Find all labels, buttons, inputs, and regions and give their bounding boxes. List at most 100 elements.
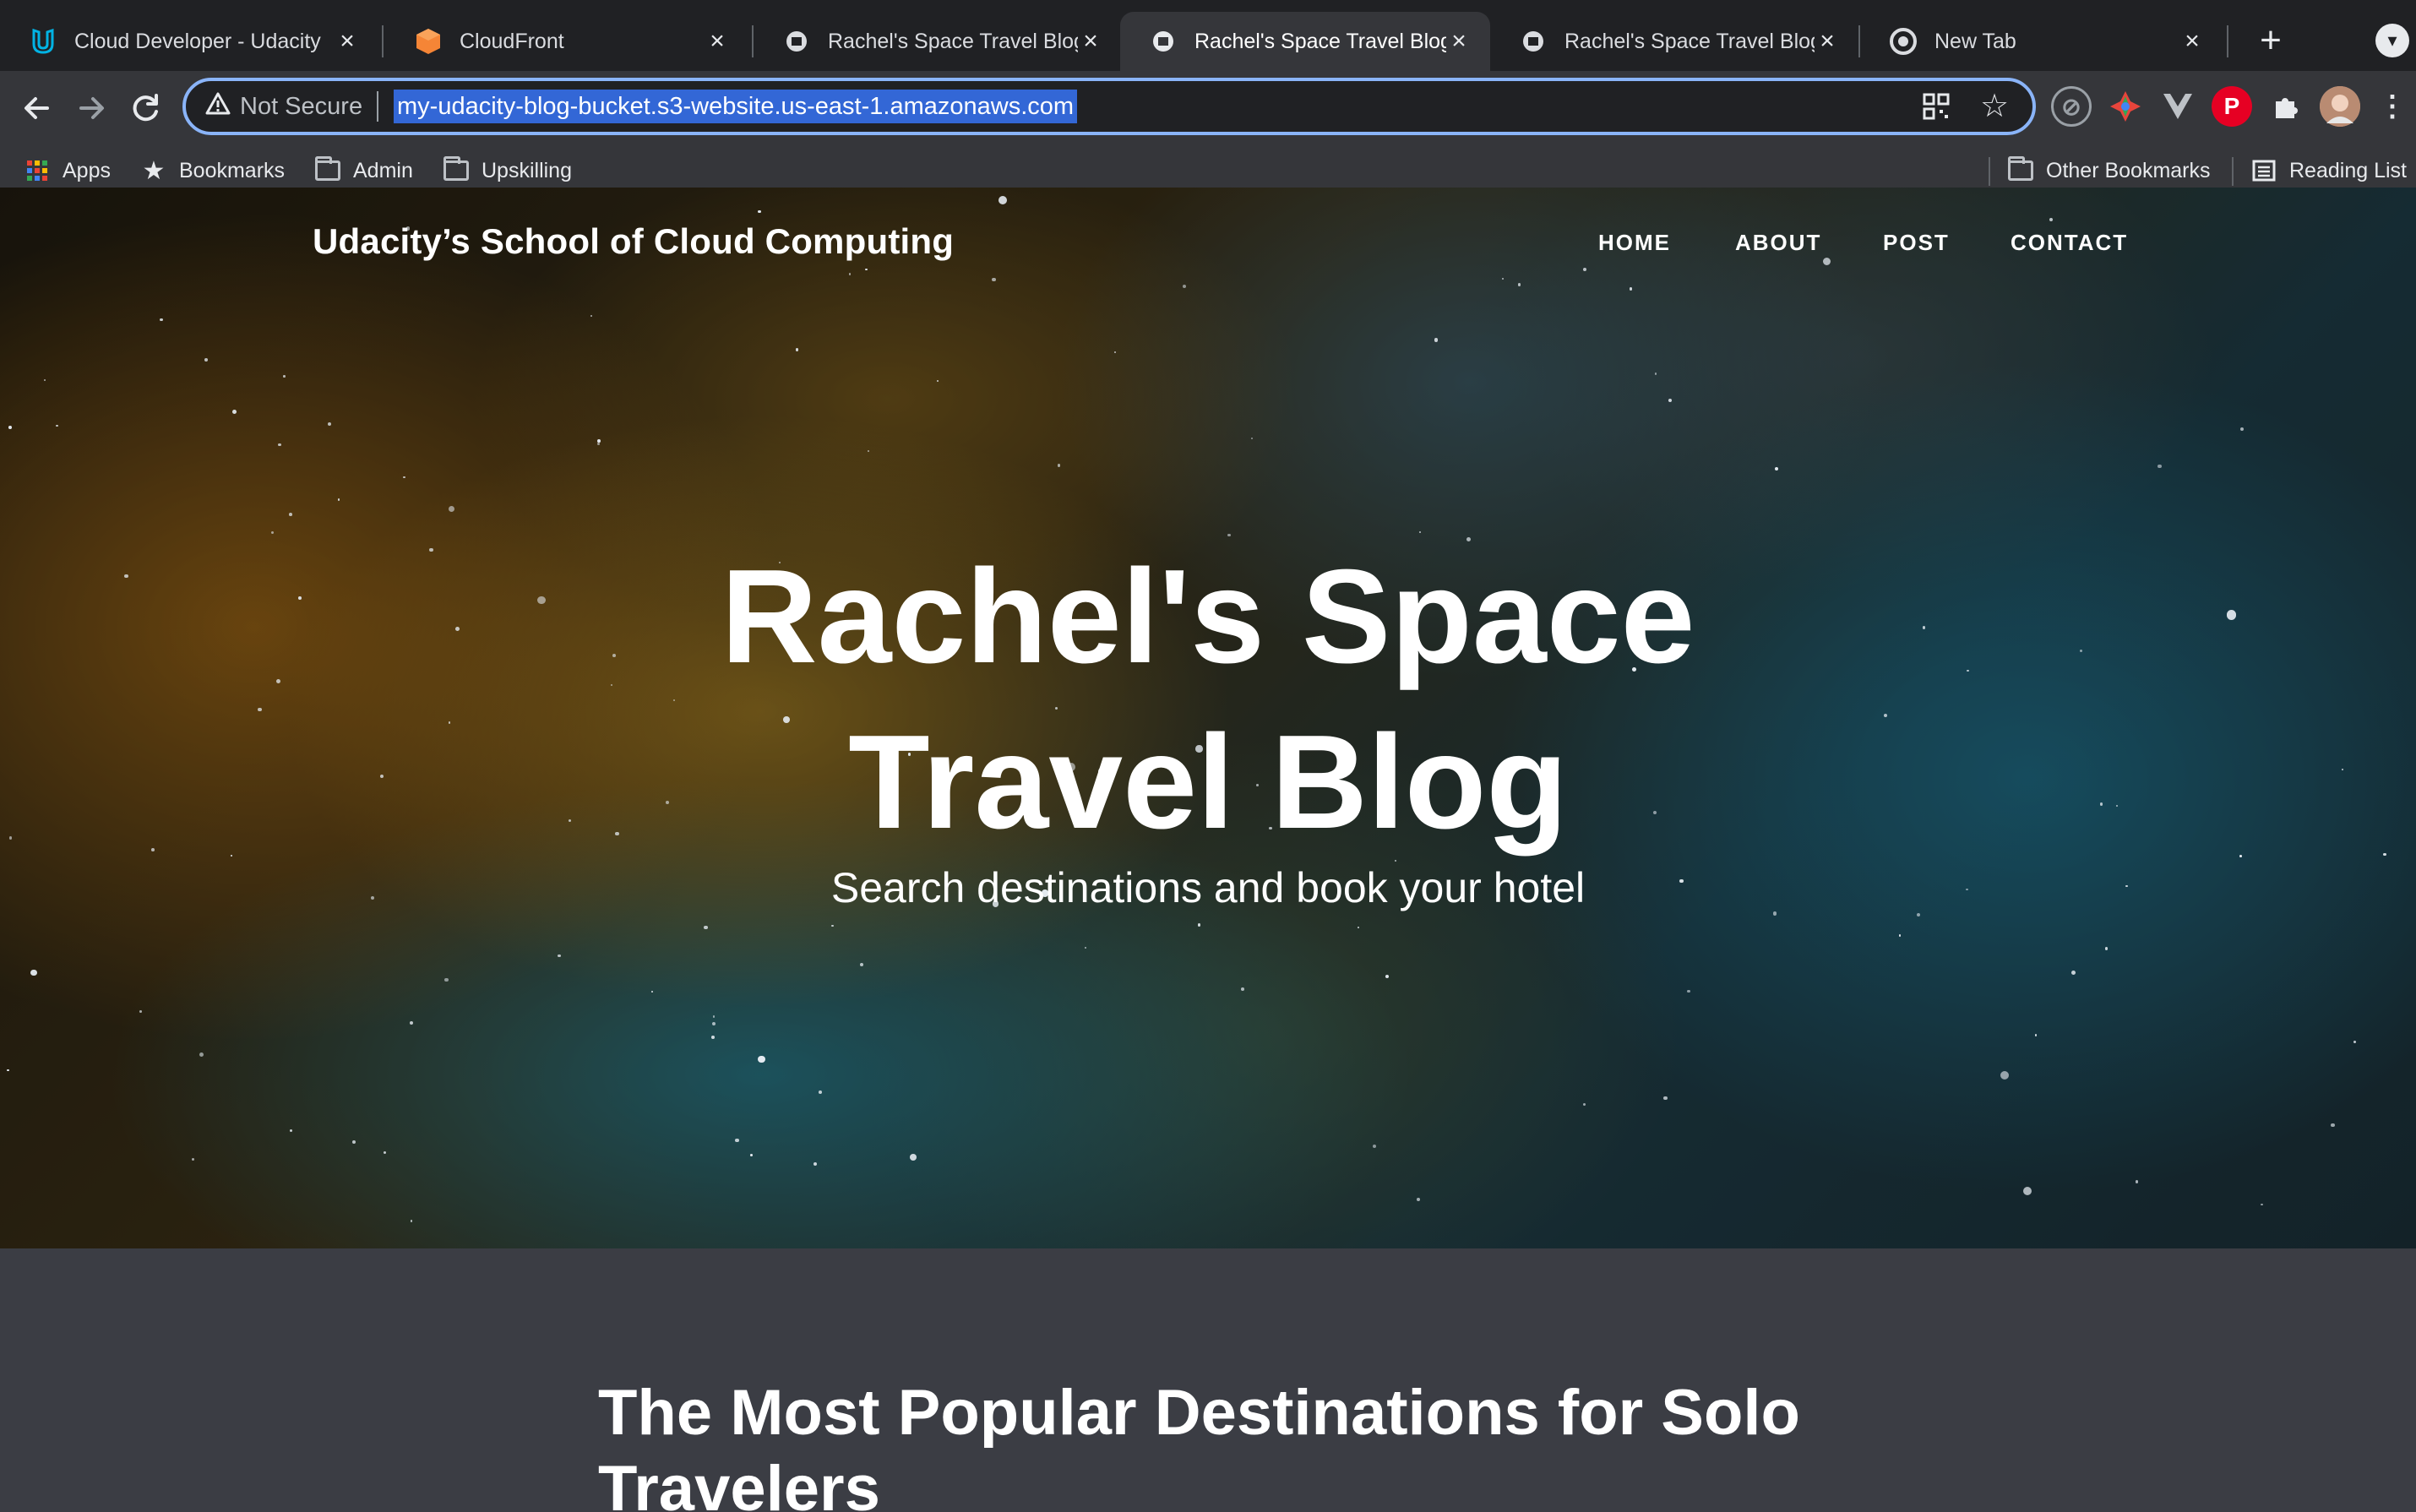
bookmark-star-icon[interactable]: ☆ [1980, 88, 2009, 125]
star-dot [288, 513, 292, 517]
bookmark-folder-other[interactable]: Other Bookmarks [2007, 150, 2211, 191]
close-icon[interactable]: × [1815, 29, 1840, 54]
bookmark-label: Apps [63, 158, 111, 182]
tab-new-tab[interactable]: New Tab × [1860, 12, 2223, 71]
pinterest-icon[interactable]: P [2212, 86, 2252, 127]
folder-icon [2007, 156, 2034, 184]
close-icon[interactable]: × [1078, 29, 1103, 54]
star-dot [650, 990, 653, 993]
star-dot [998, 196, 1007, 205]
star-dot [813, 1161, 817, 1166]
tab-title: Cloud Developer - Udacity [74, 29, 321, 53]
site-brand[interactable]: Udacity’s School of Cloud Computing [313, 221, 954, 262]
hero-title-line: Rachel's Space [721, 542, 1695, 691]
bookmark-folder-admin[interactable]: Admin [314, 150, 413, 191]
star-dot [757, 1055, 765, 1063]
tab-title: New Tab [1934, 29, 2016, 53]
star-dot [1085, 946, 1087, 949]
extension-dark-icon[interactable]: ⊘ [2051, 86, 2092, 127]
security-status-label[interactable]: Not Secure [240, 91, 362, 122]
address-bar[interactable]: Not Secure my-udacity-blog-bucket.s3-web… [182, 78, 2036, 135]
bookmark-label: Upskilling [482, 158, 572, 182]
star-dot [992, 277, 996, 282]
star-dot [2331, 1123, 2335, 1128]
hero-title: Rachel's Space Travel Blog [0, 534, 2416, 865]
star-dot [596, 443, 600, 446]
address-divider [377, 91, 378, 122]
nav-about[interactable]: ABOUT [1735, 230, 1821, 256]
bookmark-folder-upskilling[interactable]: Upskilling [443, 150, 572, 191]
star-dot [403, 476, 405, 479]
browser-toolbar: Not Secure my-udacity-blog-bucket.s3-web… [0, 71, 2416, 201]
tab-divider [382, 25, 384, 57]
page-viewport: Udacity’s School of Cloud Computing HOME… [0, 188, 2416, 1512]
vue-devtools-icon[interactable] [2158, 86, 2198, 127]
bookmark-apps[interactable]: Apps [24, 150, 111, 191]
star-dot [1241, 987, 1244, 991]
hero-banner: Udacity’s School of Cloud Computing HOME… [0, 188, 2416, 1248]
star-dot [1629, 287, 1633, 291]
reload-icon[interactable] [118, 81, 172, 135]
tab-space-blog-3[interactable]: Rachel's Space Travel Blog × [1490, 12, 1858, 71]
hero-subtitle: Search destinations and book your hotel [830, 864, 1586, 911]
star-dot [1517, 283, 1521, 286]
color-picker-extension-icon[interactable] [2105, 86, 2146, 127]
new-tab-button[interactable]: + [2247, 17, 2294, 64]
tab-strip: Cloud Developer - Udacity × CloudFront ×… [0, 0, 2416, 71]
bookmark-bookmarks[interactable]: ★ Bookmarks [140, 150, 286, 191]
back-arrow-icon[interactable] [10, 81, 64, 135]
tab-title: Rachel's Space Travel Blog [1564, 29, 1815, 53]
tab-title: CloudFront [460, 29, 564, 53]
star-dot [735, 1138, 739, 1142]
aws-cube-icon [414, 27, 443, 56]
nav-contact[interactable]: CONTACT [2011, 230, 2128, 256]
star-dot [2104, 947, 2109, 950]
tab-cloud-developer[interactable]: Cloud Developer - Udacity × [0, 12, 378, 71]
star-icon: ★ [142, 156, 166, 185]
close-icon[interactable]: × [1446, 29, 1472, 54]
warning-icon[interactable] [203, 91, 233, 122]
star-dot [327, 422, 331, 426]
hero-title-line: Travel Blog [848, 708, 1568, 857]
bookmark-label: Reading List [2289, 158, 2407, 182]
tab-cloudfront[interactable]: CloudFront × [385, 12, 748, 71]
star-dot [1654, 373, 1657, 375]
close-icon[interactable]: × [705, 29, 730, 54]
post-heading[interactable]: The Most Popular Destinations for Solo T… [598, 1375, 2034, 1512]
nav-home[interactable]: HOME [1598, 230, 1671, 256]
star-dot [1775, 466, 1779, 470]
tab-title: Rachel's Space Travel Blog [828, 29, 1078, 53]
apps-grid-icon [24, 157, 51, 184]
star-dot [2000, 1070, 2009, 1080]
star-dot [831, 924, 834, 927]
star-dot [56, 425, 58, 427]
star-dot [1687, 989, 1690, 993]
star-dot [849, 273, 852, 275]
tab-space-blog-1[interactable]: Rachel's Space Travel Blog × [754, 12, 1122, 71]
blog-icon [1519, 27, 1548, 56]
tab-search-chevron-icon[interactable]: ▾ [2375, 24, 2409, 57]
nav-post[interactable]: POST [1883, 230, 1950, 256]
post-preview-section: The Most Popular Destinations for Solo T… [0, 1248, 2416, 1512]
close-icon[interactable]: × [2179, 29, 2205, 54]
extensions-puzzle-icon[interactable] [2266, 86, 2306, 127]
star-dot [7, 1069, 9, 1072]
star-dot [1434, 337, 1439, 342]
menu-kebab-icon[interactable]: ⋮ [2372, 86, 2413, 127]
chrome-icon [1889, 27, 1918, 56]
reading-list-icon [2250, 157, 2277, 184]
star-dot [710, 1036, 715, 1040]
folder-icon [443, 156, 470, 184]
star-dot [1916, 912, 1920, 916]
qr-code-icon[interactable] [1919, 90, 1953, 123]
avatar[interactable] [2320, 86, 2360, 127]
close-icon[interactable]: × [335, 29, 360, 54]
url-input[interactable]: my-udacity-blog-bucket.s3-website.us-eas… [394, 90, 1078, 123]
reading-list-button[interactable]: Reading List [2250, 150, 2407, 191]
star-dot [936, 380, 939, 383]
forward-arrow-icon[interactable] [64, 81, 118, 135]
blog-icon [1149, 27, 1178, 56]
bookmark-label: Admin [353, 158, 413, 182]
tab-space-blog-active[interactable]: Rachel's Space Travel Blog × [1120, 12, 1490, 71]
star-dot [909, 1153, 917, 1161]
